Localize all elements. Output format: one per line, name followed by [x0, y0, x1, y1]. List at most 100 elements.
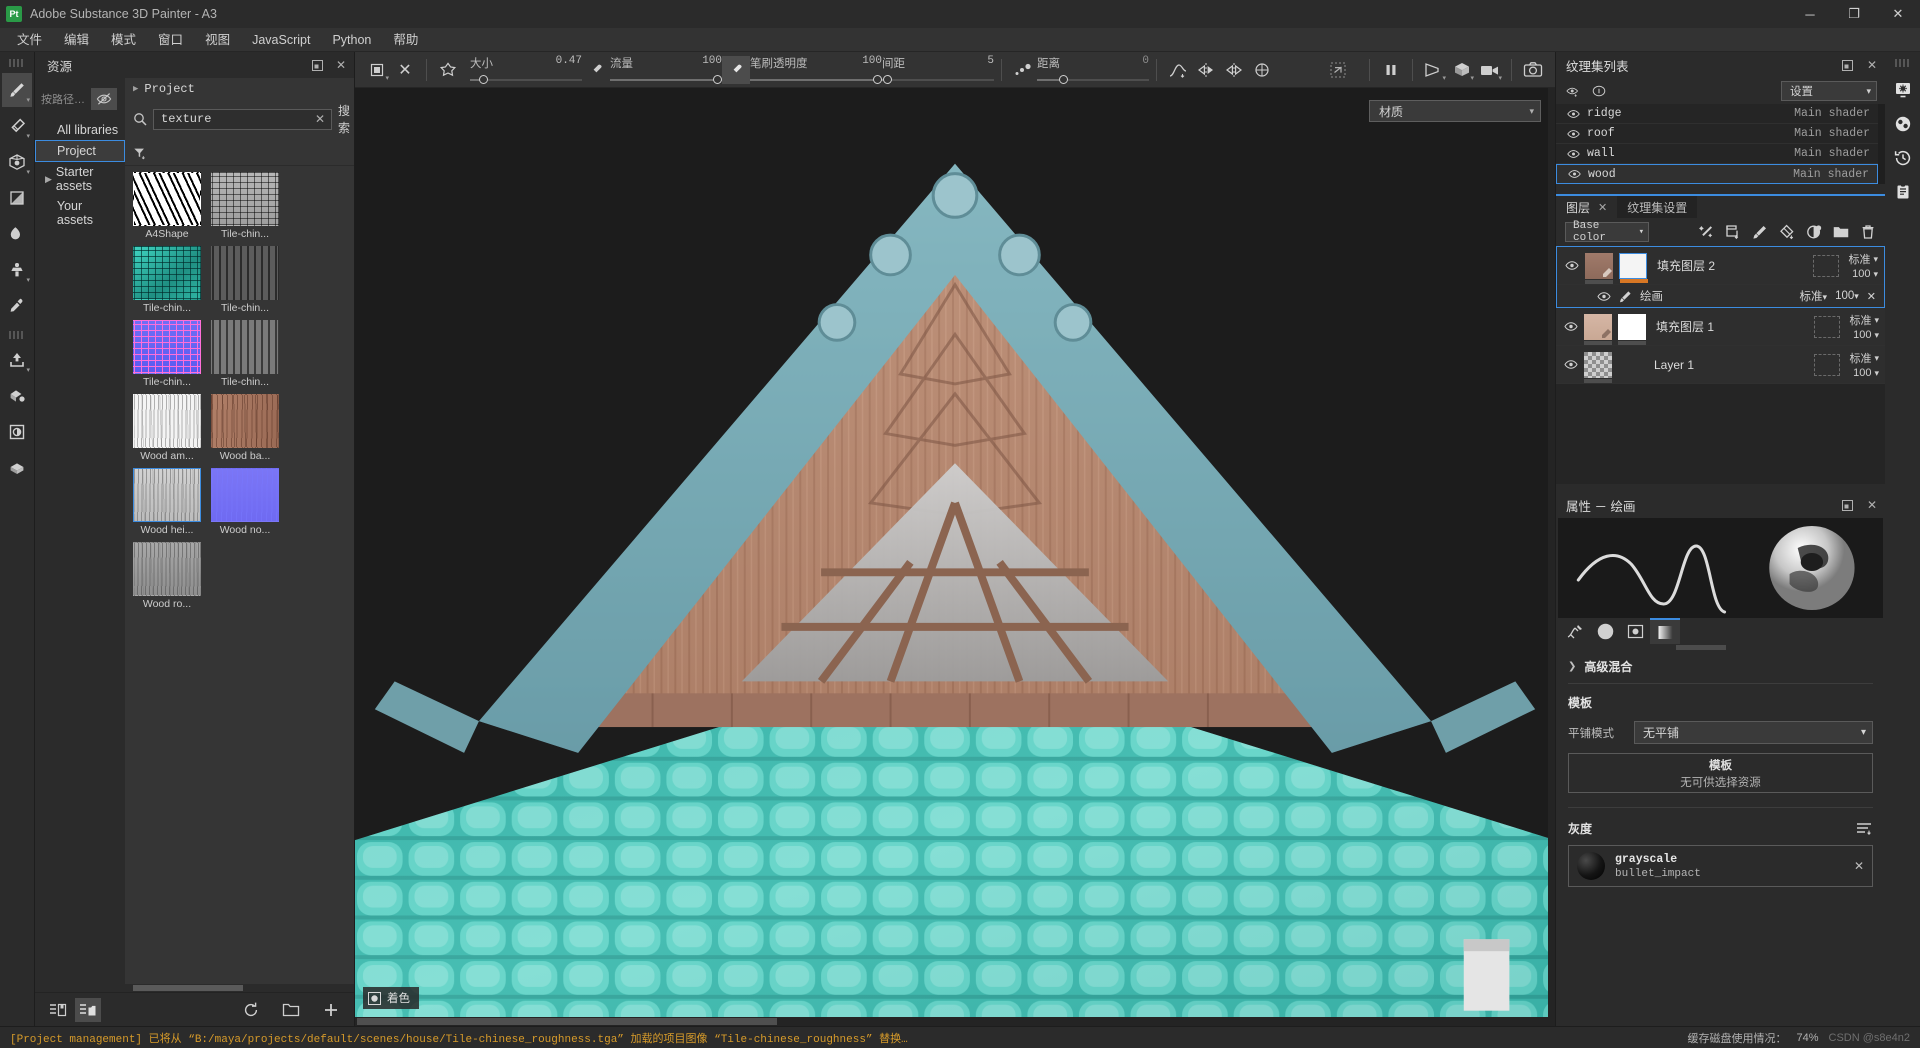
chevron-right-icon[interactable]: ▶ — [45, 174, 52, 185]
menu-python[interactable]: Python — [321, 28, 382, 52]
tab-layers[interactable]: 图层 ✕ — [1556, 196, 1618, 218]
eye-icon[interactable] — [1597, 291, 1611, 302]
uv-tile-tool[interactable] — [2, 451, 32, 485]
tab-texture-set-settings[interactable]: 纹理集设置 — [1617, 196, 1698, 218]
list-view-icon[interactable] — [45, 998, 71, 1022]
asset-thumbnail[interactable]: Tile-chin... — [133, 320, 201, 388]
geometry-mask-tool[interactable] — [2, 379, 32, 413]
paint-brush-tool[interactable]: ▾ — [2, 73, 32, 107]
eye-icon[interactable] — [1564, 359, 1578, 370]
remove-effect-icon[interactable]: ✕ — [1867, 290, 1876, 303]
log-icon[interactable] — [1889, 175, 1917, 209]
center-horizontal-scrollbar[interactable] — [355, 1017, 1555, 1026]
asset-thumbnail[interactable]: Wood ba... — [211, 394, 279, 462]
close-icon[interactable]: ✕ — [1865, 498, 1879, 512]
layer-mask-placeholder[interactable] — [1814, 353, 1841, 376]
eye-icon[interactable] — [1565, 260, 1579, 271]
toggle-visibility-icon[interactable] — [1566, 84, 1580, 98]
channel-dropdown[interactable]: Base color ▾ — [1565, 220, 1649, 244]
asset-thumbnail[interactable]: Wood no... — [211, 468, 279, 536]
layer-row[interactable]: 填充图层 2 标准 ▾ 100 ▾ — [1557, 247, 1884, 285]
minimize-button[interactable]: ─ — [1788, 0, 1832, 28]
slider-size[interactable]: 大小 0.47 — [470, 53, 582, 87]
eye-icon[interactable] — [1566, 107, 1580, 121]
info-icon[interactable] — [1592, 84, 1606, 98]
flow-pressure-icon[interactable] — [722, 55, 750, 84]
grayscale-resource-card[interactable]: grayscale bullet_impact ✕ — [1568, 845, 1873, 887]
add-paint-layer-icon[interactable] — [1752, 224, 1768, 240]
layer-opacity[interactable]: 100 ▾ — [1853, 329, 1879, 341]
layer-row[interactable]: 填充图层 1 标准 ▾ 100 ▾ — [1556, 308, 1885, 346]
maximize-button[interactable]: ❐ — [1832, 0, 1876, 28]
menu-help[interactable]: 帮助 — [382, 28, 429, 52]
add-mask-icon[interactable] — [1806, 224, 1822, 240]
texture-set-settings-dropdown[interactable]: 设置 ▾ — [1781, 81, 1877, 101]
3d-viewport[interactable]: 材质 ▾ 着色 — [355, 88, 1555, 1017]
delete-layer-icon[interactable] — [1860, 224, 1876, 240]
effect-opacity[interactable]: 100▾ — [1835, 290, 1859, 302]
texture-set-row-wood[interactable]: wood Main shader — [1556, 164, 1878, 184]
toolbar-grip[interactable] — [9, 59, 25, 67]
layer-color-thumbnail[interactable] — [1584, 351, 1612, 383]
brush-stroke-tab[interactable] — [1560, 618, 1590, 644]
asset-thumbnail-selected[interactable]: Wood hei... — [133, 468, 201, 536]
undock-icon[interactable] — [1840, 58, 1854, 72]
display-settings-icon[interactable]: ▾ — [1448, 56, 1476, 84]
symmetry-mirror-icon[interactable] — [1192, 56, 1220, 84]
add-effect-icon[interactable] — [1698, 224, 1714, 240]
library-item-your-assets[interactable]: ▶ Your assets — [35, 196, 125, 230]
effect-blend-mode[interactable]: 标准▾ — [1800, 288, 1828, 304]
camera-perspective-icon[interactable]: ▾ — [1420, 56, 1448, 84]
asset-thumbnail[interactable]: Tile-chin... — [211, 172, 279, 240]
add-smart-material-icon[interactable] — [1779, 224, 1795, 240]
menu-window[interactable]: 窗口 — [147, 28, 194, 52]
layer-mask-placeholder[interactable] — [1814, 315, 1841, 338]
slider-brush-opacity[interactable]: 笔刷透明度 100 — [750, 53, 882, 87]
layers-empty-area[interactable] — [1556, 384, 1885, 484]
bake-tool[interactable]: ▾ — [2, 343, 32, 377]
add-resource-icon[interactable] — [318, 998, 344, 1022]
grid-view-icon[interactable] — [75, 997, 101, 1022]
asset-thumbnail[interactable]: Wood ro... — [133, 542, 201, 610]
layer-color-thumbnail[interactable] — [1584, 313, 1612, 345]
layer-mask-placeholder[interactable] — [1813, 254, 1840, 277]
undock-icon[interactable] — [310, 58, 324, 72]
slider-distance[interactable]: 距离 0 — [1037, 53, 1149, 87]
library-item-project[interactable]: ▶ Project — [35, 140, 125, 162]
library-item-starter-assets[interactable]: ▶ Starter assets — [35, 162, 125, 196]
layer-opacity[interactable]: 100 ▾ — [1853, 367, 1879, 379]
display-settings-icon[interactable] — [1889, 73, 1917, 107]
alpha-tab[interactable] — [1590, 618, 1620, 644]
refresh-icon[interactable] — [238, 998, 264, 1022]
properties-scroll-indicator[interactable] — [1556, 644, 1885, 651]
menu-file[interactable]: 文件 — [6, 28, 53, 52]
menu-view[interactable]: 视图 — [194, 28, 241, 52]
gradient-tab[interactable] — [1650, 618, 1680, 644]
reset-brush-icon[interactable]: ✕ — [391, 56, 419, 84]
menu-javascript[interactable]: JavaScript — [241, 28, 321, 52]
advanced-blending-section[interactable]: ❯ 高级混合 — [1568, 651, 1873, 681]
menu-edit[interactable]: 编辑 — [53, 28, 100, 52]
add-folder-icon[interactable] — [1833, 224, 1849, 240]
asset-thumbnail[interactable]: Wood am... — [133, 394, 201, 462]
layer-blend-mode[interactable]: 标准 ▾ — [1848, 251, 1878, 267]
texture-set-row-ridge[interactable]: ridge Main shader — [1556, 104, 1878, 124]
close-icon[interactable]: ✕ — [334, 58, 348, 72]
new-folder-icon[interactable] — [278, 998, 304, 1022]
screenshot-icon[interactable] — [1519, 56, 1547, 84]
brush-alpha-icon[interactable] — [434, 56, 462, 84]
pause-engine-icon[interactable] — [1377, 56, 1405, 84]
layer-opacity[interactable]: 100 ▾ — [1852, 268, 1878, 280]
assets-horizontal-scrollbar[interactable] — [125, 984, 354, 992]
eye-icon[interactable] — [1566, 147, 1580, 161]
layer-mask-thumbnail[interactable] — [1619, 252, 1648, 283]
search-input-wrapper[interactable]: ✕ — [153, 108, 332, 130]
viewer-settings-tool[interactable] — [2, 415, 32, 449]
filter-icon[interactable] — [133, 146, 147, 160]
viewport-vertical-scrollbar[interactable] — [1548, 88, 1555, 1017]
spacing-mode-icon[interactable] — [1009, 56, 1037, 84]
brush-preset-icon[interactable]: ▾ — [363, 56, 391, 84]
polygon-fill-tool[interactable] — [2, 181, 32, 215]
stencil-tab[interactable] — [1620, 618, 1650, 644]
menu-mode[interactable]: 模式 — [100, 28, 147, 52]
